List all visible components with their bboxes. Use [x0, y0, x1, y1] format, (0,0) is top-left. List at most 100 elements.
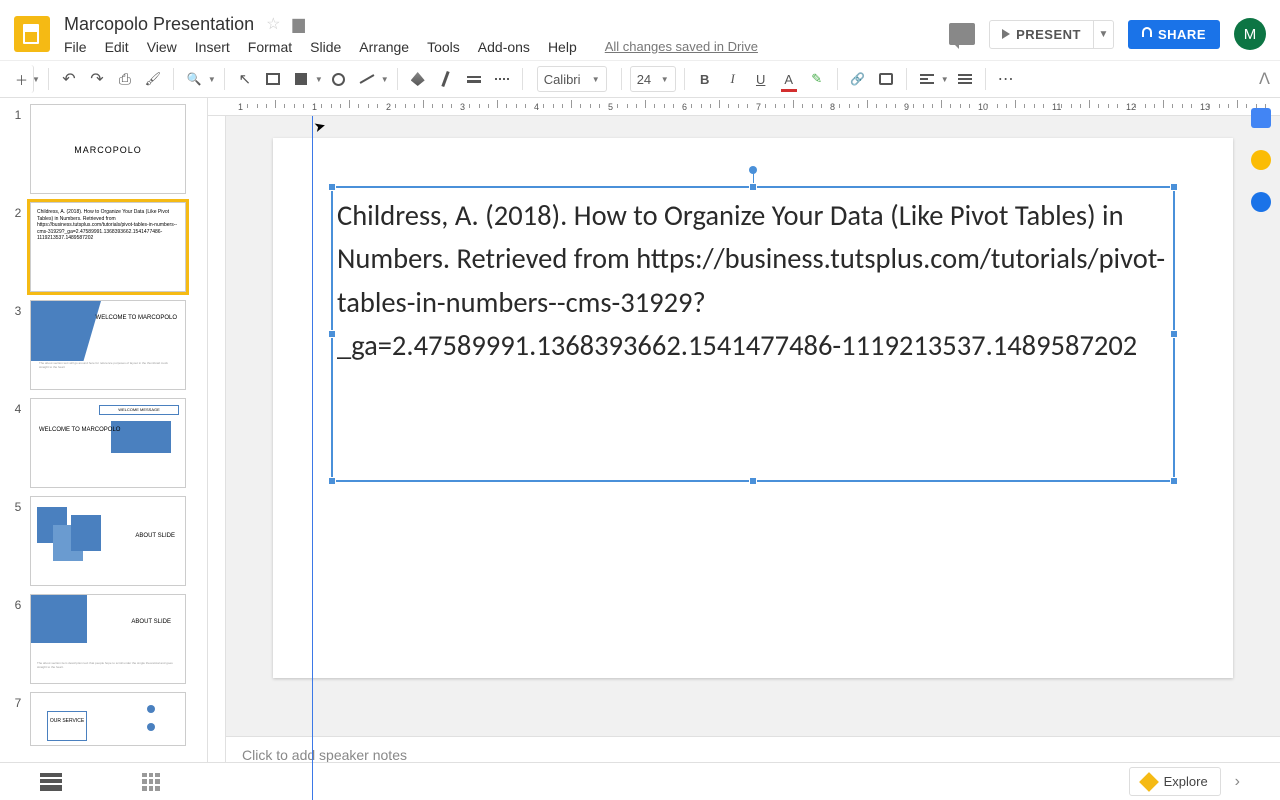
- calendar-icon[interactable]: [1251, 108, 1271, 128]
- border-dash-button[interactable]: [490, 65, 514, 93]
- rotate-handle[interactable]: [749, 166, 757, 174]
- thumb-number: 7: [6, 692, 30, 746]
- app-header: Marcopolo Presentation ☆ ▆ File Edit Vie…: [0, 0, 1280, 60]
- resize-handle-br[interactable]: [1170, 477, 1178, 485]
- zoom-dropdown[interactable]: ▼: [208, 75, 216, 84]
- canvas-area: 112345678910111213 0.50 ➤ Childress, A. …: [208, 98, 1280, 800]
- side-panel: [1242, 98, 1280, 212]
- print-button[interactable]: [113, 65, 137, 93]
- menu-file[interactable]: File: [64, 39, 87, 55]
- line-tool[interactable]: [355, 65, 379, 93]
- play-icon: [1002, 29, 1010, 39]
- vertical-guide[interactable]: [312, 116, 313, 800]
- resize-handle-mr[interactable]: [1170, 330, 1178, 338]
- footer-bar: Explore ›: [0, 762, 1280, 800]
- align-dropdown[interactable]: ▼: [941, 75, 949, 84]
- slide-thumbnail-2[interactable]: Childress, A. (2018). How to Organize Yo…: [30, 202, 186, 292]
- thumb-number: 5: [6, 496, 30, 586]
- slide-filmstrip[interactable]: 1 MARCOPOLO 2 Childress, A. (2018). How …: [0, 98, 208, 800]
- highlight-color-button[interactable]: ✎: [805, 65, 829, 93]
- cursor-icon: ➤: [312, 117, 328, 136]
- image-dropdown[interactable]: ▼: [315, 75, 323, 84]
- slide-thumbnail-4[interactable]: WELCOME MESSAGE WELCOME TO MARCOPOLO: [30, 398, 186, 488]
- resize-handle-tm[interactable]: [749, 183, 757, 191]
- menu-view[interactable]: View: [147, 39, 177, 55]
- save-status[interactable]: All changes saved in Drive: [605, 39, 758, 54]
- thumb-number: 2: [6, 202, 30, 292]
- account-avatar[interactable]: M: [1234, 18, 1266, 50]
- insert-link-button[interactable]: [846, 65, 870, 93]
- tasks-icon[interactable]: [1251, 192, 1271, 212]
- slide-canvas[interactable]: Childress, A. (2018). How to Organize Yo…: [273, 138, 1233, 678]
- slide-thumbnail-5[interactable]: ABOUT SLIDE: [30, 496, 186, 586]
- title-area: Marcopolo Presentation ☆ ▆ File Edit Vie…: [64, 14, 949, 55]
- keep-icon[interactable]: [1251, 150, 1271, 170]
- explore-icon: [1139, 772, 1159, 792]
- thumb-number: 1: [6, 104, 30, 194]
- slide-thumbnail-3[interactable]: WELCOME TO MARCOPOLO The about section t…: [30, 300, 186, 390]
- text-color-button[interactable]: A: [777, 65, 801, 93]
- border-weight-button[interactable]: [462, 65, 486, 93]
- slide-text-content[interactable]: Childress, A. (2018). How to Organize Yo…: [333, 188, 1173, 373]
- line-spacing-button[interactable]: [953, 65, 977, 93]
- resize-handle-tr[interactable]: [1170, 183, 1178, 191]
- star-icon[interactable]: ☆: [266, 14, 280, 34]
- menu-format[interactable]: Format: [248, 39, 292, 55]
- font-select[interactable]: Calibri▼: [537, 66, 607, 92]
- lock-icon: [1142, 27, 1152, 37]
- zoom-button[interactable]: [182, 65, 206, 93]
- slides-logo-icon[interactable]: [14, 16, 50, 52]
- undo-button[interactable]: [57, 65, 81, 93]
- document-title[interactable]: Marcopolo Presentation: [64, 14, 254, 35]
- fill-color-button[interactable]: [406, 65, 430, 93]
- slide-thumbnail-6[interactable]: ABOUT SLIDE The about section item descr…: [30, 594, 186, 684]
- textbox-tool[interactable]: [261, 65, 285, 93]
- resize-handle-bl[interactable]: [328, 477, 336, 485]
- open-comments-icon[interactable]: [949, 23, 975, 45]
- menu-edit[interactable]: Edit: [105, 39, 129, 55]
- menu-arrange[interactable]: Arrange: [359, 39, 409, 55]
- border-color-button[interactable]: [434, 65, 458, 93]
- more-toolbar-button[interactable]: [994, 65, 1018, 93]
- insert-comment-button[interactable]: [874, 65, 898, 93]
- horizontal-ruler[interactable]: 112345678910111213: [208, 98, 1280, 116]
- menu-addons[interactable]: Add-ons: [478, 39, 530, 55]
- filmstrip-view-icon[interactable]: [40, 773, 62, 791]
- menu-slide[interactable]: Slide: [310, 39, 341, 55]
- menu-bar: File Edit View Insert Format Slide Arran…: [64, 39, 949, 55]
- hide-sidepanel-icon[interactable]: ›: [1235, 773, 1240, 791]
- toolbar: ＋ ▼ ▼ ▼ ▼ Calibri▼ 24▼ B I U A ✎ ▼ ᐱ: [0, 60, 1280, 98]
- new-slide-button[interactable]: ＋: [10, 65, 34, 93]
- resize-handle-ml[interactable]: [328, 330, 336, 338]
- menu-insert[interactable]: Insert: [195, 39, 230, 55]
- menu-tools[interactable]: Tools: [427, 39, 460, 55]
- resize-handle-bm[interactable]: [749, 477, 757, 485]
- move-folder-icon[interactable]: ▆: [292, 14, 304, 34]
- menu-help[interactable]: Help: [548, 39, 577, 55]
- image-tool[interactable]: [289, 65, 313, 93]
- font-size-select[interactable]: 24▼: [630, 66, 676, 92]
- grid-view-icon[interactable]: [142, 773, 160, 791]
- share-button[interactable]: SHARE: [1128, 20, 1220, 49]
- collapse-toolbar-icon[interactable]: ᐱ: [1259, 69, 1270, 89]
- shape-tool[interactable]: [327, 65, 351, 93]
- explore-button[interactable]: Explore: [1129, 767, 1221, 796]
- underline-button[interactable]: U: [749, 65, 773, 93]
- thumb-number: 4: [6, 398, 30, 488]
- bold-button[interactable]: B: [693, 65, 717, 93]
- thumb-number: 6: [6, 594, 30, 684]
- selected-textbox[interactable]: Childress, A. (2018). How to Organize Yo…: [331, 186, 1175, 482]
- line-dropdown[interactable]: ▼: [381, 75, 389, 84]
- paint-format-button[interactable]: [141, 65, 165, 93]
- slide-thumbnail-1[interactable]: MARCOPOLO: [30, 104, 186, 194]
- select-tool[interactable]: [233, 65, 257, 93]
- thumb-number: 3: [6, 300, 30, 390]
- italic-button[interactable]: I: [721, 65, 745, 93]
- slide-thumbnail-7[interactable]: OUR SERVICE: [30, 692, 186, 746]
- align-button[interactable]: [915, 65, 939, 93]
- redo-button[interactable]: [85, 65, 109, 93]
- resize-handle-tl[interactable]: [328, 183, 336, 191]
- present-button[interactable]: PRESENT: [989, 20, 1094, 49]
- present-dropdown[interactable]: ▼: [1094, 20, 1114, 49]
- vertical-ruler[interactable]: [208, 116, 226, 800]
